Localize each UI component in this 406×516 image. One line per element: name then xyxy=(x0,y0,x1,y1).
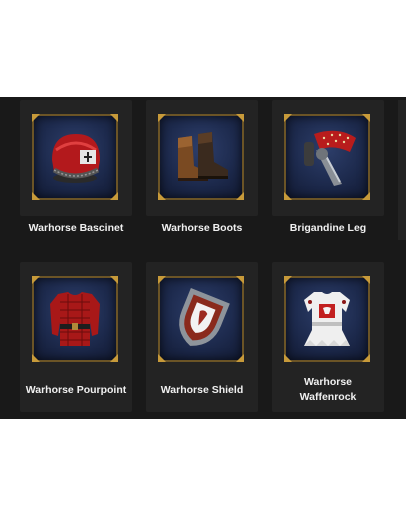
item-frame xyxy=(32,276,118,362)
item-name: Brigandine Leg xyxy=(289,222,367,234)
item-card-warhorse-shield[interactable]: Warhorse Shield xyxy=(146,262,258,412)
boots-icon xyxy=(178,132,228,181)
item-name: Warhorse Shield xyxy=(160,384,244,396)
pourpoint-icon xyxy=(50,292,100,346)
item-card-brigandine-leg[interactable]: Brigandine Leg xyxy=(272,100,384,234)
item-card-warhorse-waffenrock[interactable]: Warhorse Waffenrock xyxy=(272,262,384,412)
item-frame xyxy=(32,114,118,200)
item-name: Warhorse Waffenrock xyxy=(299,376,357,403)
item-frame xyxy=(158,114,244,200)
item-name: Warhorse Boots xyxy=(161,222,243,234)
shield-icon xyxy=(179,287,230,346)
item-card-warhorse-bascinet[interactable]: Warhorse Bascinet xyxy=(20,100,132,234)
leg-armor-icon xyxy=(304,130,356,186)
helmet-icon xyxy=(52,134,100,183)
item-card-warhorse-pourpoint[interactable]: Warhorse Pourpoint xyxy=(20,262,132,412)
item-frame xyxy=(284,114,370,200)
item-card-warhorse-boots[interactable]: Warhorse Boots xyxy=(146,100,258,234)
inventory-panel: Warhorse Bascinet Warhorse Boots Brigand… xyxy=(0,97,406,419)
item-name: Warhorse Bascinet xyxy=(28,222,124,234)
partial-item-card xyxy=(398,100,406,240)
waffenrock-icon xyxy=(304,292,350,346)
item-frame xyxy=(284,276,370,362)
item-frame xyxy=(158,276,244,362)
item-name: Warhorse Pourpoint xyxy=(25,384,127,396)
